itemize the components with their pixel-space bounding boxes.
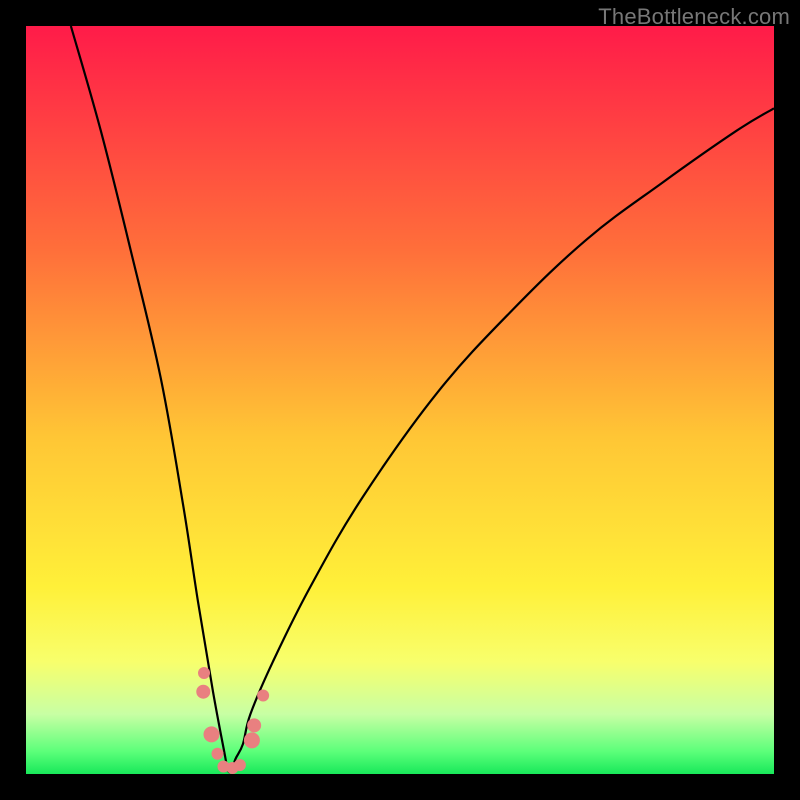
data-marker [204, 726, 220, 742]
data-marker [234, 759, 246, 771]
data-marker [247, 718, 261, 732]
bottleneck-curve [71, 26, 774, 772]
bottleneck-chart-svg [26, 26, 774, 774]
chart-plot-area [26, 26, 774, 774]
data-marker [244, 732, 260, 748]
watermark-text: TheBottleneck.com [598, 4, 790, 30]
data-marker [211, 748, 223, 760]
data-marker [196, 685, 210, 699]
data-marker [198, 667, 210, 679]
data-marker [257, 689, 269, 701]
data-markers [196, 667, 269, 774]
